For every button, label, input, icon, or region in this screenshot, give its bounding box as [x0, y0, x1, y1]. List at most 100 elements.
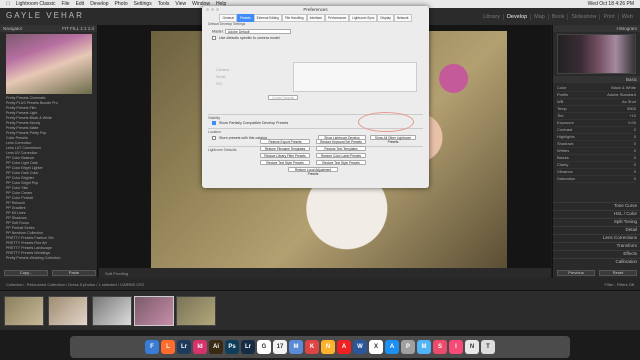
menu-item-tools[interactable]: Tools	[158, 1, 170, 7]
slider-value[interactable]: As Shot	[622, 99, 636, 105]
dock-app-icon[interactable]: M	[417, 340, 431, 354]
slider-value[interactable]: +10	[629, 113, 636, 119]
slider-row[interactable]: Contrast 0	[557, 127, 636, 134]
panel-section-header[interactable]: Lens Corrections	[553, 234, 640, 242]
profile-value[interactable]: Adobe Standard	[607, 92, 636, 98]
panel-section-header[interactable]: Split Toning	[553, 218, 640, 226]
apple-icon[interactable]: 	[6, 1, 10, 7]
copy-button[interactable]: Copy...	[4, 270, 48, 276]
panel-section-header[interactable]: Transform	[553, 242, 640, 250]
slider-row[interactable]: WB As Shot	[557, 99, 636, 106]
restore-library-filter-button[interactable]: Restore Library Filter Presets	[260, 153, 310, 158]
slider-value[interactable]: 0	[634, 176, 636, 182]
treatment-bw[interactable]: Black & White	[611, 85, 636, 91]
slider-row[interactable]: Shadows 0	[557, 141, 636, 148]
restore-color-label-button[interactable]: Restore Color Label Presets	[316, 153, 366, 158]
slider-value[interactable]: 0	[634, 155, 636, 161]
menu-item-settings[interactable]: Settings	[134, 1, 152, 7]
dock-app-icon[interactable]: Ps	[225, 340, 239, 354]
slider-row[interactable]: Vibrance 0	[557, 169, 636, 176]
dock-app-icon[interactable]: T	[481, 340, 495, 354]
slider-row[interactable]: Tint +10	[557, 113, 636, 120]
soft-proofing-checkbox[interactable]: Soft Proofing	[105, 271, 128, 276]
create-defaults-button[interactable]: Create Defaults	[268, 95, 299, 100]
tab-interface[interactable]: Interface	[306, 14, 325, 22]
module-slideshow[interactable]: Slideshow	[568, 14, 601, 20]
dock-app-icon[interactable]: 17	[273, 340, 287, 354]
dock-app-icon[interactable]: Ai	[209, 340, 223, 354]
slider-value[interactable]: 0	[634, 169, 636, 175]
slider-value[interactable]: 0	[634, 162, 636, 168]
dock-app-icon[interactable]: S	[433, 340, 447, 354]
module-print[interactable]: Print	[600, 14, 619, 20]
dock-app-icon[interactable]: G	[257, 340, 271, 354]
dock-app-icon[interactable]: X	[369, 340, 383, 354]
show-other-presets-button[interactable]: Show All Other Lightroom Presets	[370, 135, 416, 144]
menu-item-file[interactable]: File	[62, 1, 70, 7]
tab-display[interactable]: Display	[377, 14, 394, 22]
dock-app-icon[interactable]: P	[401, 340, 415, 354]
restore-text-templates-button[interactable]: Restore Text Templates	[316, 146, 366, 151]
dock-app-icon[interactable]: F	[145, 340, 159, 354]
slider-row[interactable]: Whites 0	[557, 148, 636, 155]
slider-row[interactable]: Highlights 0	[557, 134, 636, 141]
menu-item-edit[interactable]: Edit	[76, 1, 85, 7]
partially-compatible-checkbox[interactable]	[212, 121, 216, 126]
tab-external-editing[interactable]: External Editing	[253, 14, 282, 22]
filmstrip-path[interactable]: Collection : Retouched Collection / Dres…	[6, 282, 144, 287]
module-develop[interactable]: Develop	[504, 14, 532, 20]
use-defaults-checkbox[interactable]	[212, 36, 216, 41]
tab-lightroom-sync[interactable]: Lightroom Sync	[349, 14, 378, 22]
module-book[interactable]: Book	[549, 14, 569, 20]
slider-row[interactable]: Exposure 0.00	[557, 120, 636, 127]
restore-text-style-button[interactable]: Restore Text Style Presets	[260, 160, 310, 165]
preset-item[interactable]: Pretty Presets Wedding Collection	[6, 256, 97, 261]
dock-app-icon[interactable]: W	[353, 340, 367, 354]
dock-app-icon[interactable]: Lr	[177, 340, 191, 354]
dock-app-icon[interactable]: N	[321, 340, 335, 354]
slider-row[interactable]: Clarity 0	[557, 162, 636, 169]
slider-value[interactable]: 0.00	[628, 120, 636, 126]
reset-button[interactable]: Reset	[599, 270, 637, 276]
tab-presets[interactable]: Presets	[236, 14, 254, 22]
dock-app-icon[interactable]: L	[161, 340, 175, 354]
paste-button[interactable]: Paste	[52, 270, 96, 276]
restore-local-adjustment-button[interactable]: Restore Local Adjustment Presets	[288, 167, 338, 176]
tab-general[interactable]: General	[219, 14, 237, 22]
dock-app-icon[interactable]: A	[385, 340, 399, 354]
store-presets-checkbox[interactable]	[212, 136, 216, 141]
slider-value[interactable]: 0	[634, 141, 636, 147]
panel-section-header[interactable]: Detail	[553, 226, 640, 234]
dock-app-icon[interactable]: K	[305, 340, 319, 354]
slider-row[interactable]: Saturation 0	[557, 176, 636, 183]
restore-filename-templates-button[interactable]: Restore Filename Templates	[260, 146, 310, 151]
dock-app-icon[interactable]: Id	[193, 340, 207, 354]
restore-export-presets-button[interactable]: Restore Export Presets	[260, 139, 310, 144]
panel-section-header[interactable]: Calibration	[553, 258, 640, 266]
minimize-window-icon[interactable]	[211, 8, 214, 11]
histogram-header[interactable]: Histogram	[553, 25, 640, 32]
navigator-zoom-options[interactable]: FIT FILL 1:1 1:4	[62, 26, 94, 31]
filmstrip-thumb[interactable]	[4, 296, 44, 326]
zoom-window-icon[interactable]	[216, 8, 219, 11]
dock-app-icon[interactable]: Lr	[241, 340, 255, 354]
slider-value[interactable]: 0	[634, 127, 636, 133]
tab-file-handling[interactable]: File Handling	[281, 14, 307, 22]
filmstrip-filter[interactable]: Filter : Filters Off	[604, 282, 634, 287]
panel-section-header[interactable]: Effects	[553, 250, 640, 258]
dock-app-icon[interactable]: A	[337, 340, 351, 354]
treatment-color[interactable]: Color	[557, 85, 567, 91]
tab-performance[interactable]: Performance	[324, 14, 350, 22]
menu-app-name[interactable]: Lightroom Classic	[16, 1, 56, 7]
dock-app-icon[interactable]: M	[289, 340, 303, 354]
slider-row[interactable]: Blacks 0	[557, 155, 636, 162]
menu-item-view[interactable]: View	[175, 1, 186, 7]
dock-app-icon[interactable]: N	[465, 340, 479, 354]
menu-item-develop[interactable]: Develop	[90, 1, 108, 7]
filmstrip-thumb[interactable]	[176, 296, 216, 326]
navigator-header[interactable]: Navigator FIT FILL 1:1 1:4	[0, 25, 97, 32]
slider-row[interactable]: Temp 5500	[557, 106, 636, 113]
tab-network[interactable]: Network	[393, 14, 412, 22]
dock-app-icon[interactable]: I	[449, 340, 463, 354]
slider-value[interactable]: 0	[634, 134, 636, 140]
